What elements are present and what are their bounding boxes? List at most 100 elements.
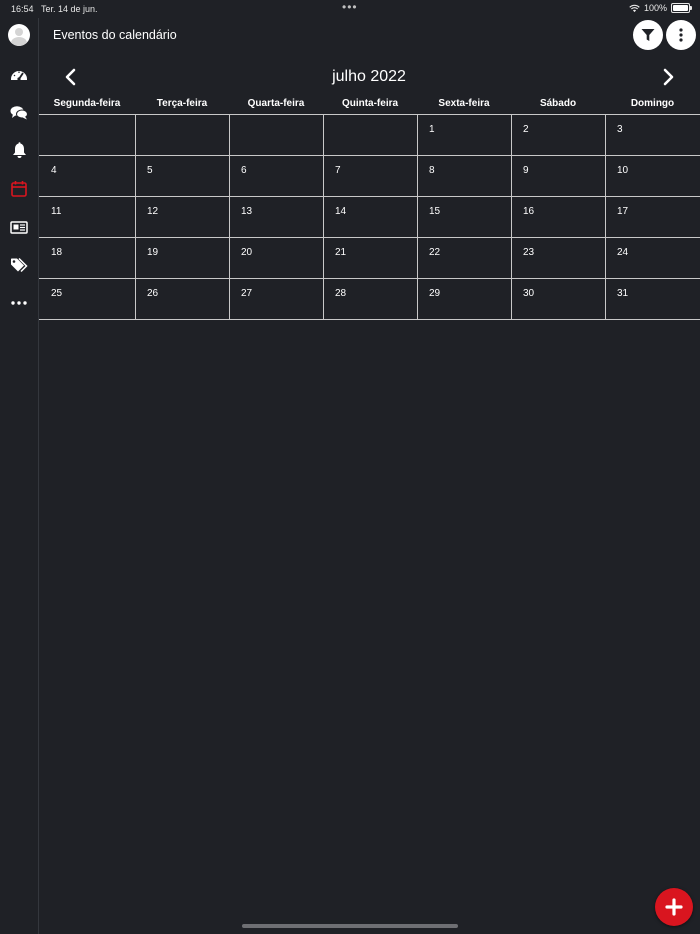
weekday-label: Sábado bbox=[539, 98, 577, 109]
calendar-day-cell[interactable]: 19 bbox=[135, 237, 229, 278]
grid-divider bbox=[39, 319, 700, 320]
filter-icon bbox=[641, 29, 655, 41]
bell-icon bbox=[12, 141, 26, 158]
more-options-button[interactable] bbox=[666, 20, 696, 50]
grid-divider bbox=[229, 114, 230, 320]
calendar-day-cell[interactable]: 20 bbox=[229, 237, 323, 278]
status-time: 16:54 bbox=[11, 4, 34, 14]
calendar-day-cell[interactable]: 14 bbox=[323, 196, 417, 237]
calendar-day-cell[interactable]: 8 bbox=[417, 155, 511, 196]
calendar-day-cell[interactable]: 31 bbox=[605, 278, 700, 319]
day-number: 6 bbox=[241, 165, 247, 176]
calendar-day-cell[interactable]: 24 bbox=[605, 237, 700, 278]
calendar-day-cell[interactable]: 12 bbox=[135, 196, 229, 237]
chevron-right-icon bbox=[663, 68, 674, 86]
calendar-day-cell[interactable]: 10 bbox=[605, 155, 700, 196]
day-number: 31 bbox=[617, 288, 629, 299]
calendar-day-cell[interactable]: 28 bbox=[323, 278, 417, 319]
add-event-button[interactable] bbox=[655, 888, 693, 926]
calendar-day-cell[interactable]: 27 bbox=[229, 278, 323, 319]
weekday-label: Quinta-feira bbox=[341, 98, 399, 109]
battery-percent: 100% bbox=[643, 3, 667, 13]
calendar-day-cell[interactable]: 1 bbox=[417, 114, 511, 155]
multitasking-dots-icon[interactable]: ••• bbox=[342, 0, 358, 14]
calendar-day-cell[interactable]: 30 bbox=[511, 278, 605, 319]
day-number: 27 bbox=[241, 288, 253, 299]
day-number: 8 bbox=[429, 165, 435, 176]
filter-button[interactable] bbox=[633, 20, 663, 50]
status-date: Ter. 14 de jun. bbox=[41, 4, 98, 14]
calendar-day-cell[interactable]: 22 bbox=[417, 237, 511, 278]
day-number: 28 bbox=[335, 288, 347, 299]
day-number: 14 bbox=[335, 206, 347, 217]
newspaper-icon bbox=[10, 220, 28, 234]
weekday-label: Terça-feira bbox=[156, 98, 208, 109]
day-number: 29 bbox=[429, 288, 441, 299]
calendar-day-cell[interactable]: 29 bbox=[417, 278, 511, 319]
day-number: 4 bbox=[51, 165, 57, 176]
calendar-day-cell[interactable]: 23 bbox=[511, 237, 605, 278]
calendar-day-cell[interactable]: 2 bbox=[511, 114, 605, 155]
calendar-empty-cell[interactable] bbox=[229, 114, 323, 155]
sidebar-item-notifications[interactable] bbox=[7, 138, 31, 162]
day-number: 18 bbox=[51, 247, 63, 258]
calendar-day-cell[interactable]: 4 bbox=[39, 155, 135, 196]
calendar-day-cell[interactable]: 26 bbox=[135, 278, 229, 319]
day-number: 15 bbox=[429, 206, 441, 217]
avatar-icon bbox=[8, 24, 30, 46]
day-number: 24 bbox=[617, 247, 629, 258]
grid-divider bbox=[135, 114, 136, 320]
sidebar bbox=[0, 18, 39, 934]
day-number: 12 bbox=[147, 206, 159, 217]
sidebar-item-profile[interactable] bbox=[7, 23, 31, 47]
home-indicator bbox=[242, 924, 458, 928]
sidebar-item-tags[interactable] bbox=[7, 253, 31, 277]
calendar-empty-cell[interactable] bbox=[135, 114, 229, 155]
calendar-day-cell[interactable]: 16 bbox=[511, 196, 605, 237]
calendar-day-cell[interactable]: 17 bbox=[605, 196, 700, 237]
calendar-day-cell[interactable]: 18 bbox=[39, 237, 135, 278]
sidebar-item-chat[interactable] bbox=[7, 100, 31, 124]
calendar-day-cell[interactable]: 21 bbox=[323, 237, 417, 278]
calendar-day-cell[interactable]: 6 bbox=[229, 155, 323, 196]
sidebar-item-more[interactable] bbox=[7, 291, 31, 315]
day-number: 10 bbox=[617, 165, 629, 176]
chat-bubbles-icon bbox=[10, 105, 28, 119]
calendar-day-cell[interactable]: 13 bbox=[229, 196, 323, 237]
plus-icon bbox=[665, 898, 683, 916]
calendar-day-cell[interactable]: 3 bbox=[605, 114, 700, 155]
weekday-label: Segunda-feira bbox=[53, 98, 121, 109]
day-number: 17 bbox=[617, 206, 629, 217]
day-number: 23 bbox=[523, 247, 535, 258]
day-number: 13 bbox=[241, 206, 253, 217]
wifi-icon bbox=[629, 4, 640, 12]
more-dots-icon bbox=[11, 301, 27, 305]
day-number: 9 bbox=[523, 165, 529, 176]
calendar-icon bbox=[11, 180, 27, 197]
month-title: julho 2022 bbox=[332, 68, 406, 85]
grid-divider bbox=[323, 114, 324, 320]
weekday-label: Domingo bbox=[630, 98, 675, 109]
calendar-empty-cell[interactable] bbox=[39, 114, 135, 155]
sidebar-item-news[interactable] bbox=[7, 215, 31, 239]
calendar-grid: 1 2 3 4 5 6 7 8 9 10 11 12 13 14 15 16 17 18 19 20 21 22 23 24 2… bbox=[39, 114, 700, 320]
calendar-day-cell[interactable]: 11 bbox=[39, 196, 135, 237]
page-title: Eventos do calendário bbox=[53, 28, 177, 42]
calendar-day-cell[interactable]: 15 bbox=[417, 196, 511, 237]
calendar-day-cell[interactable]: 9 bbox=[511, 155, 605, 196]
day-number: 3 bbox=[617, 124, 623, 135]
day-number: 21 bbox=[335, 247, 347, 258]
status-bar: 16:54 Ter. 14 de jun. ••• 100% bbox=[0, 0, 700, 18]
day-number: 30 bbox=[523, 288, 535, 299]
calendar-day-cell[interactable]: 25 bbox=[39, 278, 135, 319]
day-number: 7 bbox=[335, 165, 341, 176]
next-month-button[interactable] bbox=[659, 66, 679, 88]
status-indicators: 100% bbox=[629, 3, 692, 13]
calendar-day-cell[interactable]: 7 bbox=[323, 155, 417, 196]
grid-divider bbox=[605, 114, 606, 320]
calendar-day-cell[interactable]: 5 bbox=[135, 155, 229, 196]
calendar-empty-cell[interactable] bbox=[323, 114, 417, 155]
day-number: 22 bbox=[429, 247, 441, 258]
sidebar-item-calendar[interactable] bbox=[7, 176, 31, 200]
day-number: 5 bbox=[147, 165, 153, 176]
